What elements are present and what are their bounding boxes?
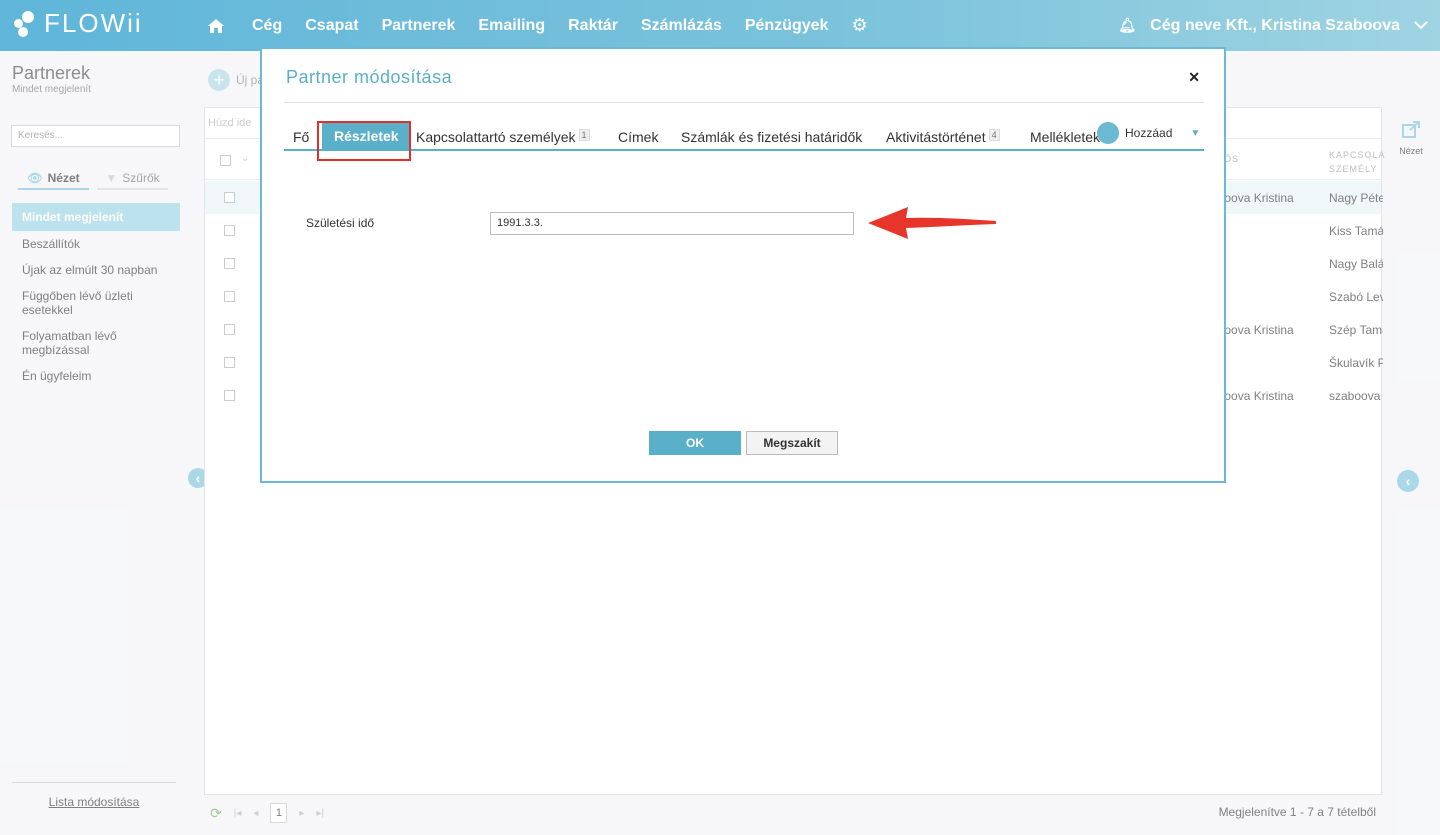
add-menu[interactable]: Hozzáad ▼ — [1097, 122, 1200, 144]
nav-item-partnerek[interactable]: Partnerek — [382, 17, 456, 35]
flowii-logo[interactable]: FLOWii — [12, 8, 143, 39]
nav-item-emailing[interactable]: Emailing — [478, 17, 545, 35]
tab-main-label: Fő — [293, 129, 310, 145]
add-menu-label: Hozzáad — [1125, 126, 1173, 140]
bell-icon[interactable]: 🔔︎ — [1118, 17, 1136, 34]
tab-invoices-label: Számlák és fizetési határidők — [681, 129, 863, 145]
tab-activity-badge: 4 — [988, 129, 1000, 141]
birth-date-label: Születési idő — [306, 216, 375, 230]
birth-date-input[interactable]: 1991.3.3. — [490, 212, 854, 235]
user-menu[interactable]: 🔔︎ Cég neve Kft., Kristina Szaboova — [1118, 0, 1428, 51]
red-arrow-annotation-icon — [866, 203, 998, 246]
add-badge-icon — [1097, 122, 1119, 144]
tab-attachments-label: Mellékletek — [1030, 129, 1101, 145]
modal-title: Partner módosítása — [286, 67, 453, 87]
highlight-annotation-box — [317, 121, 411, 161]
nav-item-szamlazas[interactable]: Számlázás — [641, 17, 722, 35]
top-navigation-bar: FLOWii Cég Csapat Partnerek Emailing Rak… — [0, 0, 1440, 51]
cancel-button[interactable]: Megszakít — [746, 431, 838, 455]
modal-divider — [284, 102, 1204, 103]
close-icon[interactable]: ✕ — [1188, 69, 1200, 86]
tab-activity[interactable]: Aktivitástörténet 4 — [886, 129, 1000, 145]
tab-addresses[interactable]: Címek — [618, 129, 658, 145]
modal-tabs: Fő Részletek Kapcsolattartó személyek 1 C… — [284, 123, 1204, 151]
main-nav: Cég Csapat Partnerek Emailing Raktár Szá… — [205, 0, 868, 51]
gear-icon[interactable]: ⚙ — [851, 15, 867, 36]
nav-item-csapat[interactable]: Csapat — [305, 17, 358, 35]
tab-contacts-badge: 1 — [578, 129, 590, 141]
user-name[interactable]: Cég neve Kft., Kristina Szaboova — [1150, 17, 1400, 35]
ok-button[interactable]: OK — [649, 431, 741, 455]
tab-contacts-label: Kapcsolattartó személyek — [416, 129, 576, 145]
logo-mark-icon — [12, 9, 38, 39]
caret-down-icon: ▼ — [1190, 127, 1201, 139]
tab-contacts[interactable]: Kapcsolattartó személyek 1 — [416, 129, 590, 145]
home-icon[interactable] — [205, 15, 227, 37]
tab-invoices[interactable]: Számlák és fizetési határidők — [681, 129, 862, 145]
tab-activity-label: Aktivitástörténet — [886, 129, 986, 145]
partner-edit-modal: Partner módosítása ✕ Fő Részletek Kapcso… — [260, 47, 1226, 483]
nav-item-ceg[interactable]: Cég — [252, 17, 282, 35]
nav-item-raktar[interactable]: Raktár — [568, 17, 618, 35]
tab-addresses-label: Címek — [618, 129, 659, 145]
tab-main[interactable]: Fő — [293, 129, 309, 145]
logo-text: FLOWii — [44, 8, 143, 38]
nav-item-penzugyek[interactable]: Pénzügyek — [745, 17, 829, 35]
chevron-down-icon[interactable] — [1414, 17, 1428, 35]
